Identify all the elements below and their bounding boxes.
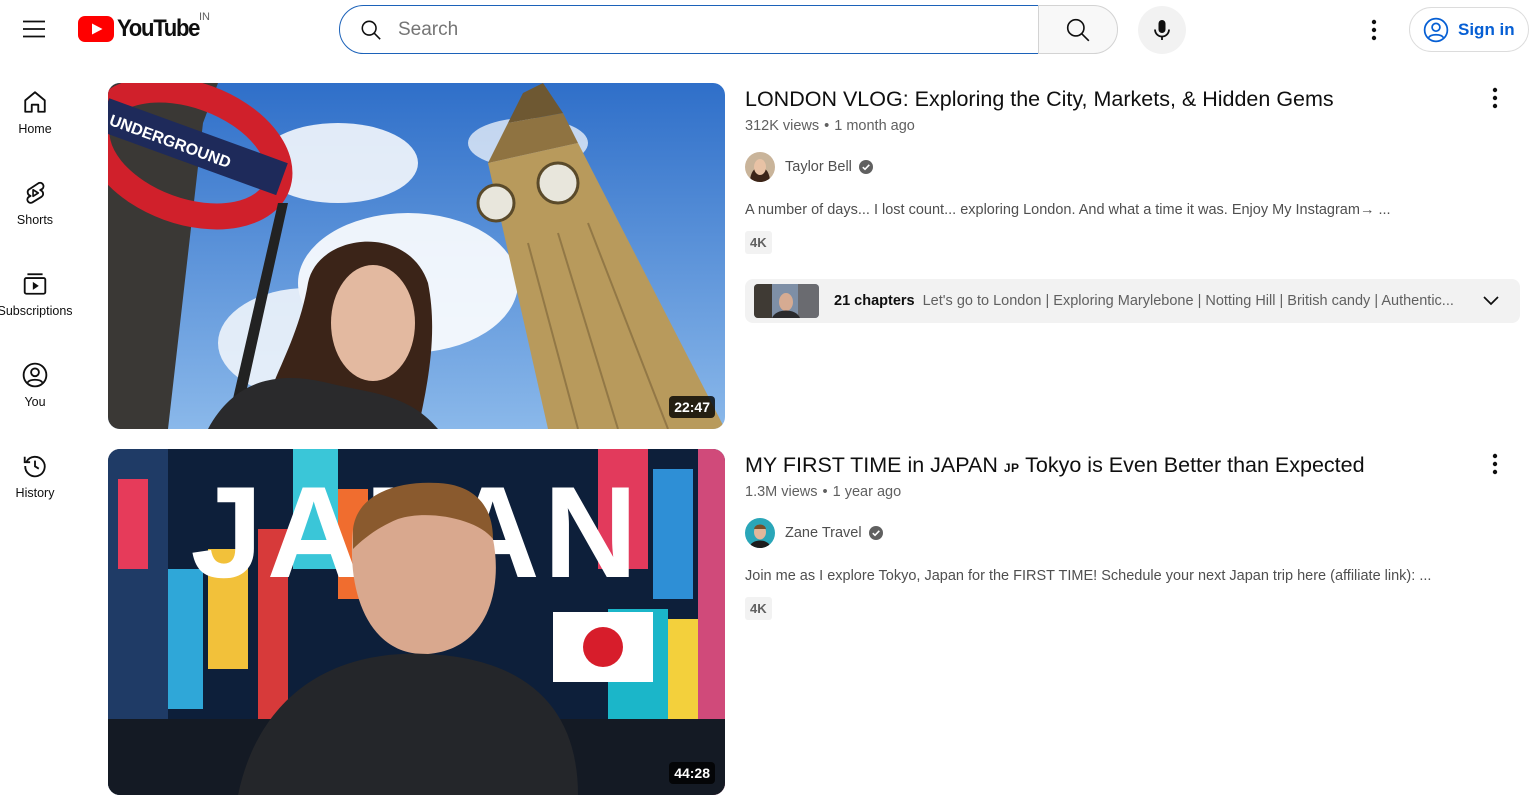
subscriptions-icon	[23, 273, 47, 295]
channel-name[interactable]: Taylor Bell	[785, 159, 852, 175]
video-action-menu-button[interactable]	[1480, 83, 1510, 113]
channel-info[interactable]: Taylor Bell	[745, 152, 873, 182]
video-action-menu-button[interactable]	[1480, 449, 1510, 479]
video-duration: 22:47	[669, 396, 715, 418]
logo-wordmark: YouTube	[117, 15, 200, 42]
more-vertical-icon	[1371, 19, 1377, 41]
sidebar-item-subscriptions[interactable]: Subscriptions	[0, 260, 73, 334]
sidebar-item-label: History	[15, 486, 55, 500]
sign-in-button[interactable]: Sign in	[1409, 7, 1529, 52]
channel-name[interactable]: Zane Travel	[785, 525, 862, 541]
view-count: 1.3M views	[745, 484, 818, 500]
search-button[interactable]	[1038, 5, 1118, 54]
channel-avatar[interactable]	[745, 518, 775, 548]
video-thumbnail[interactable]: UNDERGROUND 22:47	[108, 83, 725, 429]
video-title[interactable]: MY FIRST TIME in JAPAN JP Tokyo is Even …	[745, 453, 1365, 478]
chevron-down-icon	[1483, 296, 1499, 306]
japan-flag-emoji: JP	[1003, 461, 1020, 475]
video-metadata: 312K views • 1 month ago	[745, 118, 915, 134]
avatar-image	[745, 518, 775, 548]
search-box[interactable]	[339, 5, 1039, 54]
video-description: Join me as I explore Tokyo, Japan for th…	[745, 568, 1432, 584]
channel-info[interactable]: Zane Travel	[745, 518, 883, 548]
search-icon	[1066, 18, 1090, 41]
youtube-play-logo-icon	[78, 16, 114, 42]
chapters-list-text: Let's go to London | Exploring Marylebon…	[922, 293, 1454, 309]
upload-age: 1 year ago	[832, 484, 902, 500]
top-bar: YouTube IN Sign i	[0, 0, 1536, 58]
account-circle-icon	[1423, 17, 1449, 42]
sidebar-item-home[interactable]: Home	[0, 78, 70, 152]
thumbnail-image: UNDERGROUND	[108, 83, 725, 429]
video-metadata: 1.3M views • 1 year ago	[745, 484, 902, 500]
chapters-expander[interactable]: 21 chapters Let's go to London | Explori…	[745, 279, 1520, 323]
shorts-icon	[26, 181, 45, 204]
verified-badge-icon	[858, 160, 873, 174]
video-result: UNDERGROUND 22:47 LONDON VLOG: Exploring…	[108, 83, 1528, 433]
video-title-rest: Tokyo is Even Better than Expected	[1025, 453, 1365, 477]
hamburger-menu-icon	[23, 20, 45, 38]
menu-button[interactable]	[14, 9, 54, 49]
video-title[interactable]: LONDON VLOG: Exploring the City, Markets…	[745, 87, 1334, 112]
you-icon	[22, 362, 48, 388]
video-title-main: MY FIRST TIME in JAPAN	[745, 453, 998, 477]
avatar-image	[745, 152, 775, 182]
thumbnail-image: JAPAN	[108, 449, 725, 795]
video-thumbnail[interactable]: JAPAN 44:28	[108, 449, 725, 795]
more-vertical-icon	[1492, 453, 1498, 475]
sidebar-item-you[interactable]: You	[0, 351, 70, 425]
verified-badge-icon	[868, 526, 883, 540]
upload-age: 1 month ago	[834, 118, 915, 134]
sidebar-item-label: Subscriptions	[0, 304, 73, 318]
chapter-thumbnail	[754, 284, 819, 318]
view-count: 312K views	[745, 118, 820, 134]
sidebar-item-history[interactable]: History	[0, 442, 70, 516]
channel-avatar[interactable]	[745, 152, 775, 182]
search-input[interactable]	[398, 18, 998, 41]
sidebar-item-label: Shorts	[16, 213, 54, 227]
chapters-count: 21 chapters	[834, 293, 915, 309]
settings-menu-button[interactable]	[1354, 10, 1394, 50]
sign-in-label: Sign in	[1458, 19, 1515, 39]
chapter-thumbnail-image	[754, 284, 819, 318]
history-icon	[23, 455, 46, 478]
microphone-icon	[1154, 20, 1170, 40]
search-icon	[361, 20, 381, 40]
sidebar-item-shorts[interactable]: Shorts	[0, 169, 70, 243]
home-icon	[24, 91, 46, 113]
country-code: IN	[199, 11, 210, 23]
sidebar-item-label: You	[24, 395, 46, 409]
quality-badge: 4K	[745, 231, 772, 254]
video-duration: 44:28	[669, 762, 715, 784]
video-description: A number of days... I lost count... expl…	[745, 202, 1391, 218]
youtube-logo[interactable]: YouTube	[78, 14, 206, 44]
more-vertical-icon	[1492, 87, 1498, 109]
sidebar-item-label: Home	[18, 122, 52, 136]
video-result: JAPAN 44:28 MY FIRST TIME in JAPAN JP To…	[108, 449, 1528, 799]
quality-badge: 4K	[745, 597, 772, 620]
voice-search-button[interactable]	[1138, 6, 1186, 54]
